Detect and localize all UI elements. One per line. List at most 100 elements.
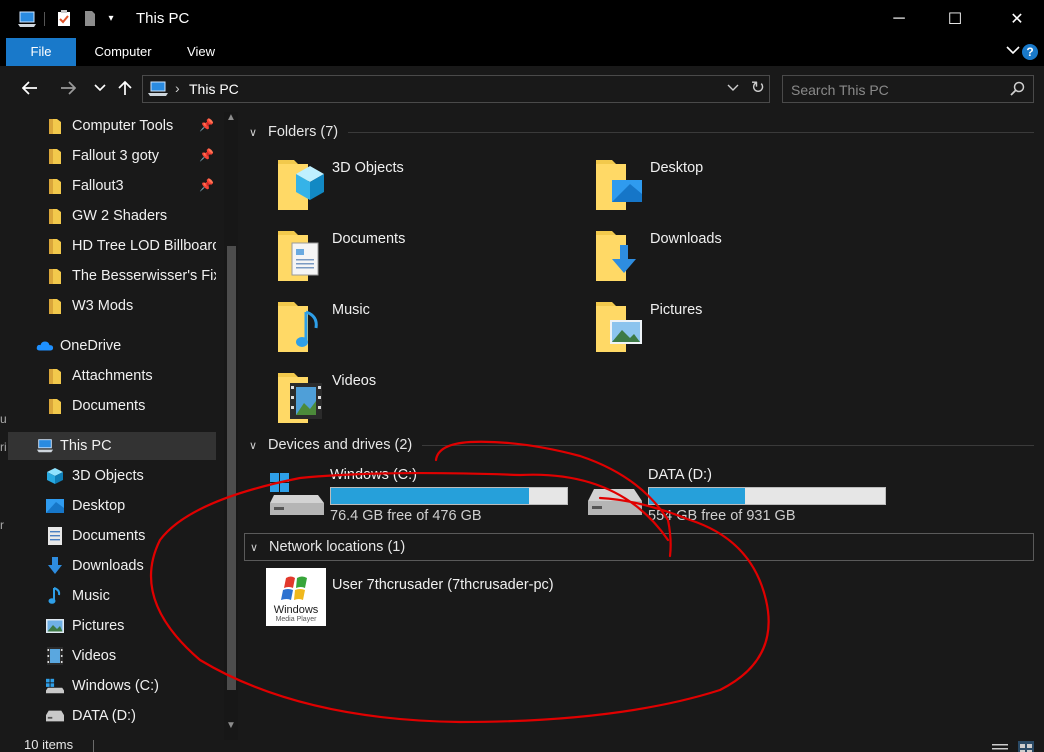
folder-tile-pictures[interactable]: Pictures	[594, 298, 894, 362]
folder-icon	[46, 397, 64, 415]
nav-item-computer-tools[interactable]: Computer Tools 📌	[8, 112, 216, 140]
back-button[interactable]	[18, 76, 42, 100]
group-header-label: Network locations (1)	[269, 539, 406, 555]
nav-item-this-pc[interactable]: This PC	[8, 432, 216, 460]
this-pc-icon[interactable]	[16, 9, 38, 29]
nav-item-windows-c[interactable]: Windows (C:)	[8, 672, 216, 700]
folder-tile-desktop[interactable]: Desktop	[594, 156, 894, 220]
navigation-pane-scrollbar[interactable]: ▲ ▼	[224, 112, 238, 740]
collapse-chevron-icon[interactable]: ∨	[244, 126, 262, 139]
maximize-button[interactable]: ☐	[932, 0, 978, 38]
drive-icon	[586, 471, 644, 521]
videos-icon	[46, 647, 64, 665]
tab-file[interactable]: File	[6, 38, 76, 66]
customize-qat-icon[interactable]: ▾	[104, 9, 118, 27]
navigation-pane: Computer Tools 📌 Fallout 3 goty 📌 Fallou…	[8, 112, 238, 740]
network-location-name: User 7thcrusader (7thcrusader-pc)	[332, 577, 554, 593]
nav-item-label: Documents	[72, 398, 146, 414]
drive-tile-data-d[interactable]: DATA (D:) 554 GB free of 931 GB	[586, 467, 896, 527]
nav-item-attachments[interactable]: Attachments	[8, 362, 216, 390]
folder-tile-music[interactable]: Music	[276, 298, 576, 362]
folder-icon	[46, 147, 64, 165]
forward-button[interactable]	[56, 76, 80, 100]
pin-icon[interactable]: 📌	[199, 118, 214, 132]
window-title: This PC	[136, 10, 190, 27]
nav-item-gw2-shaders[interactable]: GW 2 Shaders	[8, 202, 216, 230]
music-folder-icon	[276, 298, 328, 360]
nav-item-label: Computer Tools	[72, 118, 174, 134]
logo-text: Media Player	[276, 616, 318, 623]
nav-item-label: HD Tree LOD Billboards	[72, 238, 216, 254]
drive-free-space: 76.4 GB free of 476 GB	[330, 508, 482, 524]
nav-item-besserwisser-fix[interactable]: The Besserwisser's Fix	[8, 262, 216, 290]
recent-locations-button[interactable]	[88, 76, 112, 100]
group-header-devices[interactable]: ∨ Devices and drives (2)	[244, 433, 1034, 457]
folder-name: Downloads	[650, 231, 722, 247]
large-icons-view-icon[interactable]	[1018, 741, 1034, 752]
help-button[interactable]: ?	[1022, 44, 1038, 60]
breadcrumb-chevron-icon[interactable]: ›	[175, 80, 180, 96]
network-location-tile[interactable]: Windows Media Player User 7thcrusader (7…	[266, 568, 666, 628]
folder-tile-videos[interactable]: Videos	[276, 369, 576, 433]
folder-name: Documents	[332, 231, 406, 247]
windows-drive-icon	[268, 471, 326, 521]
nav-item-label: This PC	[60, 438, 112, 454]
address-bar[interactable]: › This PC ↻	[142, 75, 770, 103]
scrollbar-thumb[interactable]	[227, 246, 236, 690]
folder-icon	[46, 367, 64, 385]
drive-name: Windows (C:)	[330, 467, 418, 483]
new-folder-icon[interactable]	[82, 9, 98, 27]
nav-item-onedrive-documents[interactable]: Documents	[8, 392, 216, 420]
nav-item-desktop[interactable]: Desktop	[8, 492, 216, 520]
nav-item-label: W3 Mods	[72, 298, 134, 314]
nav-item-pictures[interactable]: Pictures	[8, 612, 216, 640]
group-header-network[interactable]: ∨ Network locations (1)	[244, 533, 1034, 561]
folder-tile-3d-objects[interactable]: 3D Objects	[276, 156, 576, 220]
breadcrumb[interactable]: This PC	[189, 81, 239, 97]
nav-item-w3-mods[interactable]: W3 Mods	[8, 292, 216, 320]
nav-item-videos[interactable]: Videos	[8, 642, 216, 670]
properties-icon[interactable]	[56, 9, 72, 27]
scroll-down-icon[interactable]: ▼	[226, 720, 236, 731]
address-dropdown-icon[interactable]	[727, 80, 739, 95]
drive-usage-fill	[649, 488, 745, 504]
nav-item-onedrive[interactable]: OneDrive	[8, 332, 216, 360]
folder-tile-documents[interactable]: Documents	[276, 227, 576, 291]
details-view-icon[interactable]	[992, 741, 1008, 752]
nav-item-label: Videos	[72, 648, 117, 664]
nav-item-music[interactable]: Music	[8, 582, 216, 610]
search-icon[interactable]	[1010, 81, 1025, 99]
drive-usage-bar	[330, 487, 568, 505]
nav-item-documents[interactable]: Documents	[8, 522, 216, 550]
nav-item-fallout3[interactable]: Fallout3 📌	[8, 172, 216, 200]
pin-icon[interactable]: 📌	[199, 148, 214, 162]
search-placeholder: Search This PC	[791, 82, 889, 98]
drive-icon	[46, 707, 64, 725]
nav-item-3d-objects[interactable]: 3D Objects	[8, 462, 216, 490]
drive-tile-windows-c[interactable]: Windows (C:) 76.4 GB free of 476 GB	[268, 467, 578, 527]
nav-item-hd-tree-lod[interactable]: HD Tree LOD Billboards	[8, 232, 216, 260]
group-header-folders[interactable]: ∨ Folders (7)	[244, 120, 1034, 144]
onedrive-cloud-icon	[36, 337, 54, 355]
nav-item-label: 3D Objects	[72, 468, 144, 484]
search-input[interactable]: Search This PC	[782, 75, 1034, 103]
minimize-button[interactable]: ─	[876, 0, 922, 38]
collapse-chevron-icon[interactable]: ∨	[244, 439, 262, 452]
collapse-chevron-icon[interactable]: ∨	[245, 541, 263, 554]
expand-ribbon-icon[interactable]	[1006, 42, 1020, 58]
close-button[interactable]: ✕	[994, 0, 1040, 38]
pin-icon[interactable]: 📌	[199, 178, 214, 192]
item-count: 10 items	[24, 740, 74, 752]
nav-item-downloads[interactable]: Downloads	[8, 552, 216, 580]
nav-item-label: Pictures	[72, 618, 125, 634]
folder-tile-downloads[interactable]: Downloads	[594, 227, 894, 291]
nav-item-fallout-3-goty[interactable]: Fallout 3 goty 📌	[8, 142, 216, 170]
tab-computer[interactable]: Computer	[86, 38, 160, 66]
nav-item-label: Desktop	[72, 498, 126, 514]
tab-view[interactable]: View	[178, 38, 224, 66]
refresh-icon[interactable]: ↻	[751, 78, 765, 98]
content-pane: ∨ Folders (7) 3D Objects Desktop Documen…	[240, 112, 1044, 740]
up-button[interactable]	[113, 76, 137, 100]
scroll-up-icon[interactable]: ▲	[226, 112, 236, 123]
nav-item-data-d[interactable]: DATA (D:)	[8, 702, 216, 730]
